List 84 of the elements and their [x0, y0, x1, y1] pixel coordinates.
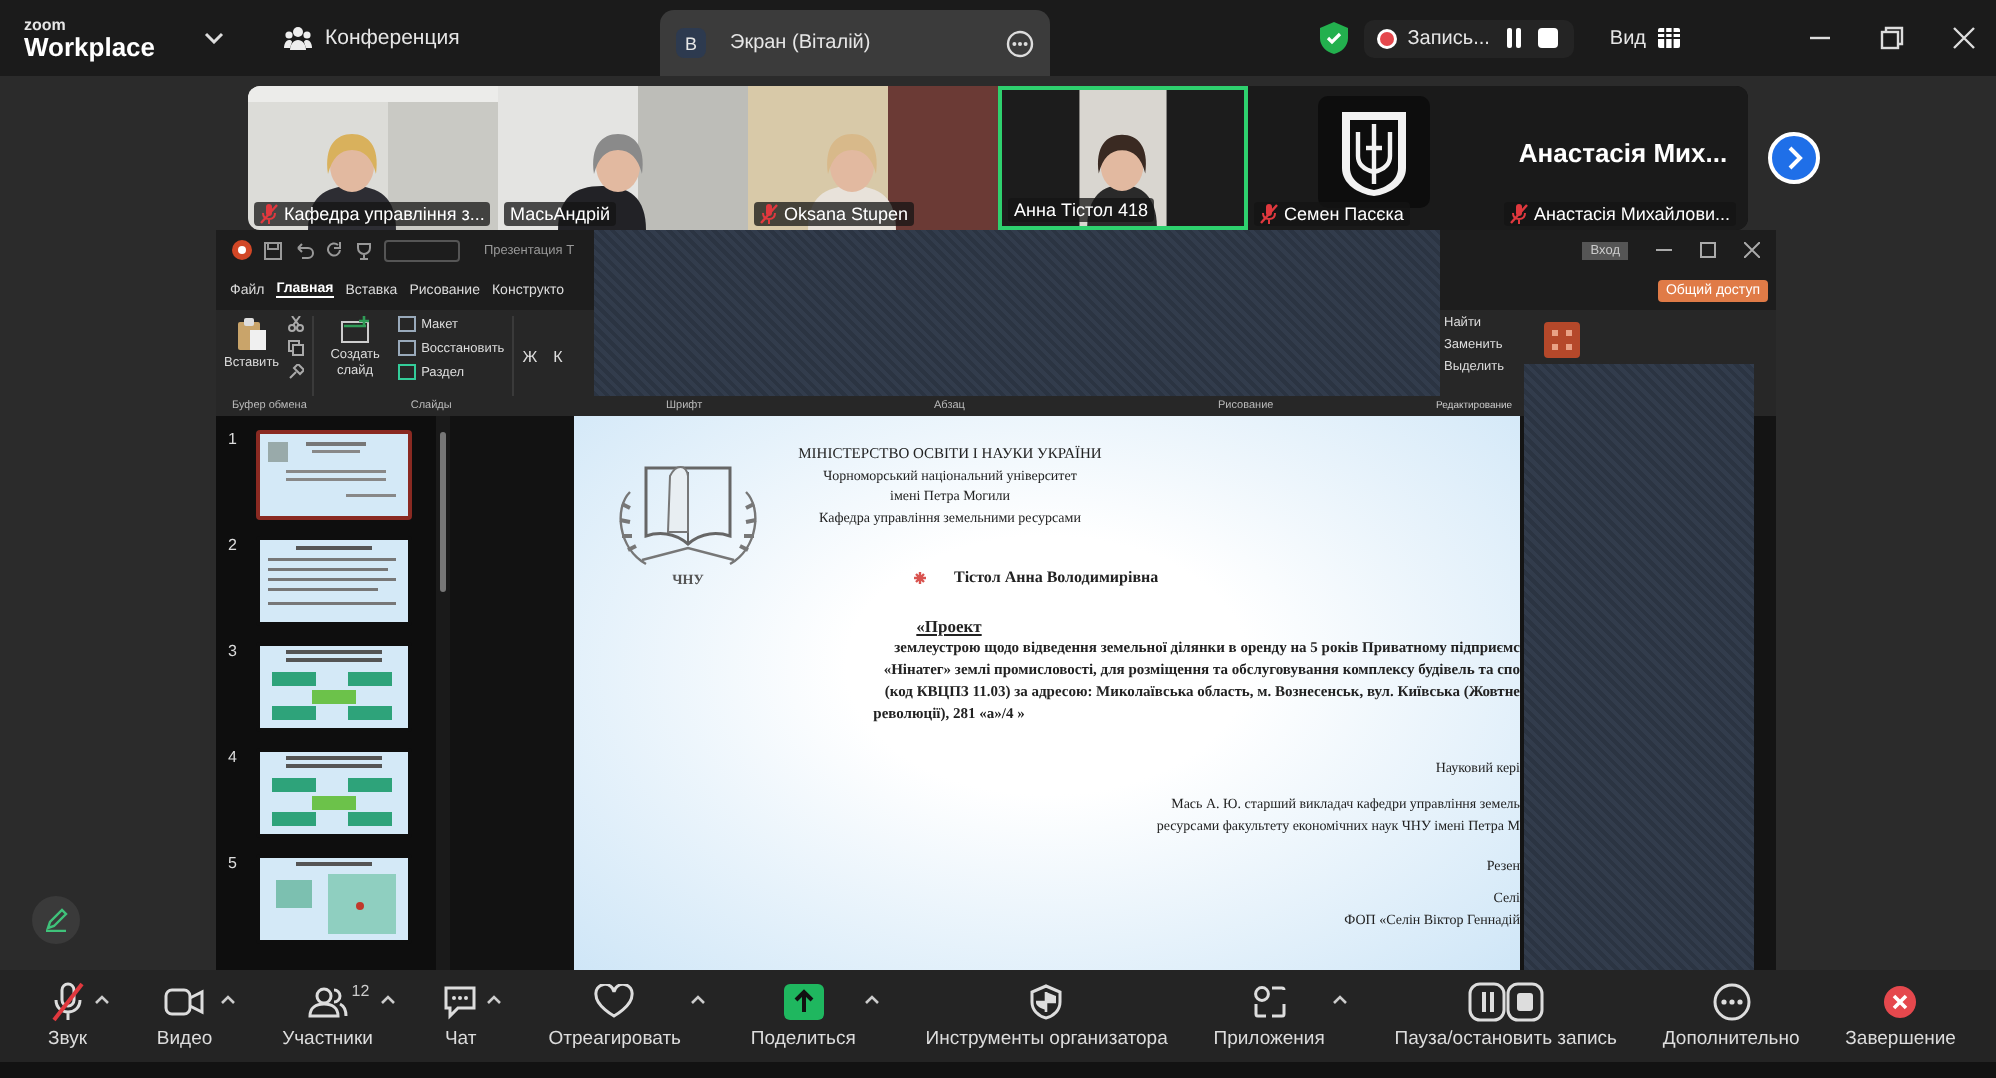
undo-icon[interactable] [294, 241, 314, 259]
maximize-icon[interactable] [1700, 242, 1716, 258]
restore-icon[interactable] [1880, 26, 1904, 50]
redo-icon[interactable] [326, 241, 344, 259]
more-icon [1711, 982, 1752, 1022]
annotate-button[interactable] [32, 896, 80, 944]
toolbar-button[interactable]: Чат [438, 978, 483, 1054]
slide-number: 5 [228, 854, 239, 872]
clipboard-icon [235, 316, 268, 352]
font-style-button[interactable]: К [553, 347, 563, 365]
chevron-right-icon [1784, 146, 1804, 170]
project-title: «Проект [916, 616, 982, 636]
close-icon[interactable] [1744, 242, 1760, 258]
slide-number: 4 [228, 748, 239, 766]
apps-icon [1251, 984, 1288, 1020]
pause-stop-icon [1467, 982, 1544, 1022]
participant-tile[interactable]: Анастасія Мих... Анастасія Михайлови... [1498, 86, 1748, 230]
participant-name-label: Oksana Stupen [754, 202, 915, 226]
pencil-icon [44, 908, 68, 932]
toolbar-button[interactable]: Дополнительно [1658, 978, 1804, 1054]
stop-icon[interactable] [1537, 28, 1558, 48]
view-label[interactable]: Вид [1609, 27, 1646, 49]
slide-number: 3 [228, 642, 239, 660]
toolbar-button[interactable]: 12 Участники [278, 978, 377, 1054]
grid-icon[interactable] [1658, 28, 1680, 48]
participant-name-label: МасьАндрій [504, 202, 617, 226]
slide-thumbnail[interactable] [256, 642, 412, 732]
participant-tile[interactable]: Oksana Stupen [748, 86, 998, 230]
slide-number: 1 [228, 430, 239, 448]
chat-icon [442, 984, 479, 1020]
bullet-icon [914, 571, 926, 583]
screen-tab[interactable]: В Экран (Віталій) [660, 10, 1050, 76]
participant-tile[interactable]: МасьАндрій [498, 86, 748, 230]
brush-icon[interactable] [287, 364, 304, 380]
scrollbar[interactable] [436, 416, 450, 970]
toolbar-button[interactable]: Приложения [1209, 978, 1329, 1054]
pause-icon[interactable] [1503, 28, 1524, 48]
people-icon [307, 986, 348, 1018]
avatar-badge: В [676, 28, 706, 58]
trophy-icon[interactable] [356, 241, 372, 259]
toolbar-button[interactable]: Отреагировать [544, 978, 686, 1054]
new-slide-icon [339, 316, 372, 344]
font-style-button[interactable]: Ж [522, 347, 538, 365]
logo-small-text: zoom [24, 17, 68, 33]
participant-display-name: Анастасія Мих... [1518, 138, 1728, 168]
slide-number: 2 [228, 536, 239, 554]
people-icon [283, 26, 312, 50]
more-icon[interactable] [1006, 29, 1034, 57]
slide-thumbnail[interactable] [256, 430, 412, 520]
participant-name-label: Анастасія Михайлови... [1504, 202, 1737, 226]
emblem-icon [1317, 96, 1429, 208]
participant-tile[interactable]: Анна Тістол 418 [998, 86, 1248, 230]
toolbar-button[interactable]: Видео [152, 978, 217, 1054]
next-page-button[interactable] [1768, 132, 1820, 184]
cut-icon[interactable] [287, 316, 304, 332]
toolbar-button[interactable]: Завершение [1841, 978, 1960, 1054]
participant-name-label: Семен Пасєка [1254, 202, 1410, 226]
dropdown-field[interactable] [384, 239, 460, 261]
participant-tile[interactable]: Семен Пасєка [1248, 86, 1498, 230]
video-camera-icon [164, 988, 205, 1016]
save-icon[interactable] [264, 241, 282, 259]
author-name: Тістол Анна Володимирівна [954, 568, 1159, 586]
shield-icon [1030, 984, 1063, 1020]
participant-name-label: Кафедра управління з... [254, 202, 491, 226]
toolbar-button[interactable]: Инструменты организатора [921, 978, 1172, 1054]
slide-thumbnail[interactable] [256, 854, 412, 944]
heart-icon [594, 984, 635, 1020]
slide-thumbnail[interactable] [256, 748, 412, 838]
participant-count: 12 [351, 982, 370, 1000]
app-logo-text: Workplace [24, 33, 156, 59]
meeting-title[interactable]: Конференция [325, 26, 460, 50]
toolbar-button[interactable]: Пауза/остановить запись [1390, 978, 1621, 1054]
app-icon [232, 240, 252, 260]
end-icon [1882, 984, 1919, 1020]
toolbar-button[interactable]: Поделиться [746, 978, 860, 1054]
copy-icon[interactable] [287, 340, 304, 356]
participant-name-label: Анна Тістол 418 [1008, 198, 1155, 222]
shield-check-icon[interactable] [1319, 22, 1348, 54]
chevron-icon[interactable] [203, 32, 224, 44]
share-screen-icon [783, 984, 824, 1020]
slide-thumbnail[interactable] [256, 536, 412, 626]
add-ins-icon[interactable] [1544, 322, 1580, 358]
participant-tile[interactable]: Кафедра управління з... [248, 86, 498, 230]
toolbar-button[interactable]: Звук [44, 978, 91, 1054]
